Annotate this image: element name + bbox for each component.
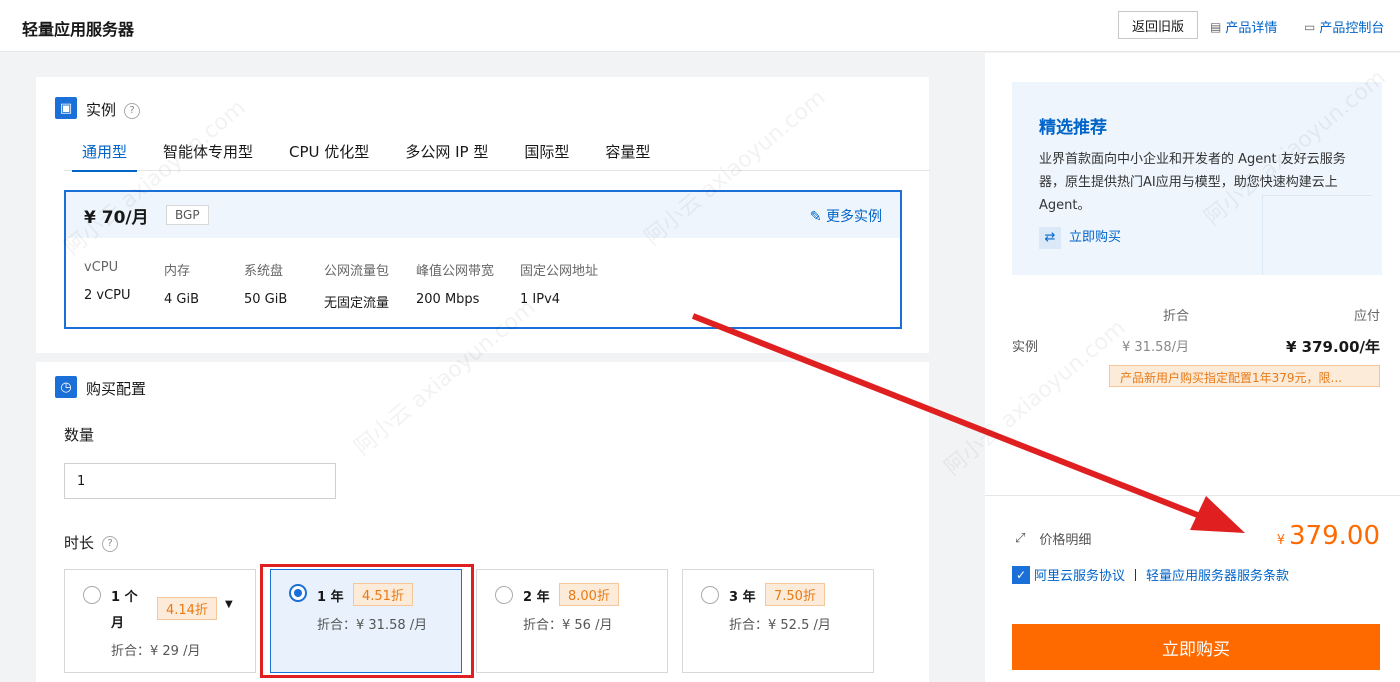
annotation-arrow <box>691 313 1245 533</box>
